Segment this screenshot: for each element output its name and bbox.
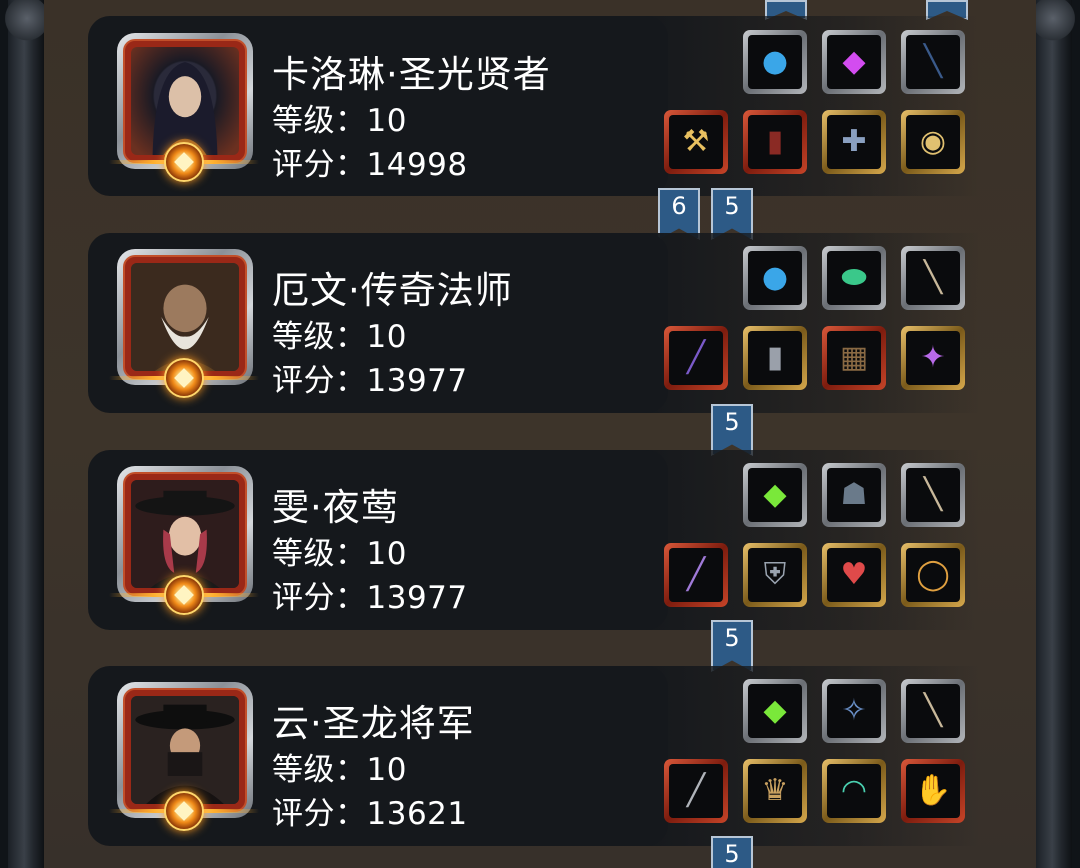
- rank-emblem: [109, 789, 259, 833]
- chest-armor-icon: ⛨: [748, 548, 802, 602]
- hero-name: 云·圣龙将军: [272, 702, 475, 745]
- equipment-slot[interactable]: ╱: [664, 759, 728, 823]
- equipment-slot[interactable]: ☗: [822, 463, 886, 527]
- equipment-slot[interactable]: ◆: [743, 679, 807, 743]
- hero-level: 等级：10: [272, 536, 407, 572]
- mask-icon: ☗: [827, 468, 881, 522]
- equipment-slot[interactable]: ╱: [664, 326, 728, 390]
- purple-gem-icon: ◆: [827, 35, 881, 89]
- blue-orb-icon: ●: [748, 251, 802, 305]
- sword-icon: ╱: [669, 764, 723, 818]
- green-crystal-icon: ◆: [748, 468, 802, 522]
- equipment-slot[interactable]: ◉: [901, 110, 965, 174]
- rank-emblem: [109, 356, 259, 400]
- equipment-slot[interactable]: ✦: [901, 326, 965, 390]
- wand-icon: ╱: [669, 331, 723, 385]
- equipment-slot[interactable]: ♛: [743, 759, 807, 823]
- hero-name: 厄文·传奇法师: [272, 269, 513, 312]
- spellbook-icon: ▦: [827, 331, 881, 385]
- equipment-slot[interactable]: ⬬: [822, 246, 886, 310]
- equipment-slot[interactable]: ✚: [822, 110, 886, 174]
- frame-corner-ornament: [1030, 0, 1076, 46]
- equipment-slot[interactable]: ▮: [743, 110, 807, 174]
- equipment-slot[interactable]: ●: [743, 30, 807, 94]
- green-stone-icon: ⬬: [827, 251, 881, 305]
- equipment-slot[interactable]: ⚒: [664, 110, 728, 174]
- staff-icon: ╲: [906, 468, 960, 522]
- staff-icon: ╲: [906, 251, 960, 305]
- hero-name: 卡洛琳·圣光贤者: [272, 53, 551, 96]
- hero-score: 评分：13977: [272, 363, 468, 399]
- equipment-slot[interactable]: ╲: [901, 463, 965, 527]
- hero-score: 评分：14998: [272, 147, 468, 183]
- hero-level: 等级：10: [272, 319, 407, 355]
- equipment-slot[interactable]: ╲: [901, 679, 965, 743]
- equipment-slot[interactable]: ◆: [743, 463, 807, 527]
- left-frame-border: [8, 0, 44, 868]
- hammer-icon: ⚒: [669, 115, 723, 169]
- equipment-slot[interactable]: ⛨: [743, 543, 807, 607]
- equipment-slot[interactable]: ●: [743, 246, 807, 310]
- equipment-slot[interactable]: ▮: [743, 326, 807, 390]
- necklace-icon: ◠: [827, 764, 881, 818]
- equipment-slot[interactable]: ✋: [901, 759, 965, 823]
- equipment-slot[interactable]: ◆: [822, 30, 886, 94]
- hero-face-icon: [131, 480, 239, 588]
- ring-icon: ◯: [906, 548, 960, 602]
- equipment-slot[interactable]: ╲: [901, 246, 965, 310]
- equipment-slot[interactable]: ╱: [664, 543, 728, 607]
- robe-icon: ▮: [748, 331, 802, 385]
- hero-name: 雯·夜莺: [272, 486, 399, 529]
- equipment-slot[interactable]: ◠: [822, 759, 886, 823]
- equipment-slot[interactable]: ▦: [822, 326, 886, 390]
- bow-icon: ╲: [906, 35, 960, 89]
- right-frame-border: [1036, 0, 1072, 868]
- hero-face-icon: [131, 263, 239, 371]
- gauntlet-icon: ✋: [906, 764, 960, 818]
- necklace-icon: ✦: [906, 331, 960, 385]
- equipment-slot[interactable]: ✧: [822, 679, 886, 743]
- dagger-icon: ╱: [669, 548, 723, 602]
- green-crystal-icon: ◆: [748, 684, 802, 738]
- blue-orb-icon: ●: [748, 35, 802, 89]
- equipment-slot[interactable]: ╲: [901, 30, 965, 94]
- hero-level: 等级：10: [272, 752, 407, 788]
- robe-icon: ▮: [748, 115, 802, 169]
- amulet-icon: ◉: [906, 115, 960, 169]
- hero-level: 等级：10: [272, 103, 407, 139]
- rank-emblem: [109, 140, 259, 184]
- equipment-slot[interactable]: ♥: [822, 543, 886, 607]
- heart-pendant-icon: ♥: [827, 548, 881, 602]
- rank-emblem: [109, 573, 259, 617]
- hero-score: 评分：13977: [272, 580, 468, 616]
- hero-score: 评分：13621: [272, 796, 468, 832]
- helmet-icon: ♛: [748, 764, 802, 818]
- staff-icon: ╲: [906, 684, 960, 738]
- equipment-slot[interactable]: ◯: [901, 543, 965, 607]
- hero-face-icon: [131, 696, 239, 804]
- link-count-ribbon: 5: [711, 836, 753, 868]
- hero-face-icon: [152, 62, 218, 155]
- crest-icon: ✧: [827, 684, 881, 738]
- armor-icon: ✚: [827, 115, 881, 169]
